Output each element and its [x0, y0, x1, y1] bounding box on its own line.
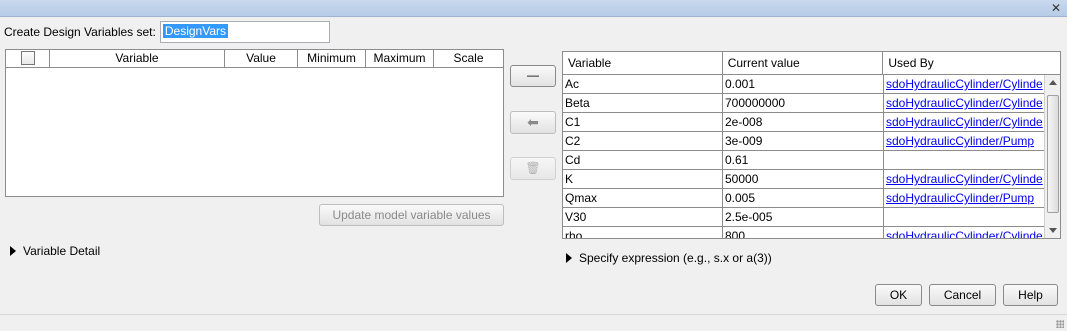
variable-cell: K: [563, 170, 723, 188]
current-value-cell: 0.005: [723, 189, 884, 207]
used-by-link[interactable]: sdoHydraulicCylinder/Cylinde: [884, 170, 1045, 188]
col-minimum[interactable]: Minimum: [298, 50, 366, 67]
status-divider: [0, 314, 1067, 315]
table-row[interactable]: Ac 0.001 sdoHydraulicCylinder/Cylinde: [563, 75, 1060, 94]
col-maximum[interactable]: Maximum: [366, 50, 434, 67]
design-vars-row: Create Design Variables set: DesignVars: [4, 21, 330, 43]
variable-cell: C1: [563, 113, 723, 131]
table-row[interactable]: Beta 700000000 sdoHydraulicCylinder/Cylind…: [563, 94, 1060, 113]
current-value-cell: 0.61: [723, 151, 884, 169]
select-all-cell: [6, 50, 50, 67]
current-value-cell: 700000000: [723, 94, 884, 112]
table-row[interactable]: C2 3e-009 sdoHydraulicCylinder/Pump: [563, 132, 1060, 151]
variable-detail-toggle[interactable]: Variable Detail: [10, 244, 100, 258]
arrow-left-icon: ⬅: [527, 114, 539, 130]
current-value-cell: 800: [723, 227, 884, 238]
used-by-link[interactable]: [884, 208, 1045, 226]
specify-expression-label: Specify expression (e.g., s.x or a(3)): [579, 251, 772, 265]
variable-cell: rho: [563, 227, 723, 238]
col-scale[interactable]: Scale: [434, 50, 503, 67]
model-variables-table-header: Variable Current value Used By: [563, 52, 1060, 75]
select-all-checkbox[interactable]: [20, 51, 35, 65]
used-by-link[interactable]: sdoHydraulicCylinder/Pump: [884, 132, 1045, 150]
variable-cell: Cd: [563, 151, 723, 169]
model-variables-table-body: Ac 0.001 sdoHydraulicCylinder/Cylinde Beta 7…: [563, 75, 1060, 238]
used-by-link[interactable]: sdoHydraulicCylinder/Cylinde: [884, 94, 1045, 112]
move-to-design-vars-button[interactable]: ⬅: [510, 111, 556, 134]
expand-triangle-icon: [10, 246, 16, 256]
scroll-up-icon[interactable]: [1049, 80, 1057, 85]
close-icon[interactable]: ✕: [1049, 1, 1063, 15]
variable-cell: V30: [563, 208, 723, 226]
table-row[interactable]: V30 2.5e-005: [563, 208, 1060, 227]
used-by-link[interactable]: sdoHydraulicCylinder/Cylinde: [884, 227, 1045, 238]
col-used-by[interactable]: Used By: [883, 52, 1060, 74]
used-by-link[interactable]: [884, 151, 1045, 169]
current-value-cell: 0.001: [723, 75, 884, 93]
used-by-link[interactable]: sdoHydraulicCylinder/Cylinde: [884, 113, 1045, 131]
vertical-scrollbar[interactable]: [1044, 75, 1060, 238]
resize-grip-icon[interactable]: [1056, 320, 1064, 328]
scrollbar-thumb[interactable]: [1047, 95, 1059, 213]
help-button[interactable]: Help: [1003, 284, 1058, 306]
trash-icon: 🗑: [525, 161, 541, 175]
variable-cell: Ac: [563, 75, 723, 93]
table-row[interactable]: C1 2e-008 sdoHydraulicCylinder/Cylinde: [563, 113, 1060, 132]
used-by-link[interactable]: sdoHydraulicCylinder/Pump: [884, 189, 1045, 207]
design-vars-name-input[interactable]: DesignVars: [159, 21, 330, 43]
expand-triangle-icon: [566, 253, 572, 263]
specify-expression-toggle[interactable]: Specify expression (e.g., s.x or a(3)): [566, 251, 772, 265]
table-row[interactable]: K 50000 sdoHydraulicCylinder/Cylinde: [563, 170, 1060, 189]
col-current-value[interactable]: Current value: [723, 52, 884, 74]
cancel-button[interactable]: Cancel: [929, 284, 996, 306]
col-value[interactable]: Value: [225, 50, 298, 67]
table-row[interactable]: Qmax 0.005 sdoHydraulicCylinder/Pump: [563, 189, 1060, 208]
variable-cell: Qmax: [563, 189, 723, 207]
col-variable[interactable]: Variable: [563, 52, 723, 74]
model-variables-table: Variable Current value Used By Ac 0.001 sd…: [562, 51, 1061, 239]
variable-cell: Beta: [563, 94, 723, 112]
design-variables-table: Variable Value Minimum Maximum Scale: [5, 49, 504, 197]
design-vars-label: Create Design Variables set:: [4, 25, 156, 39]
remove-button[interactable]: —: [510, 65, 556, 87]
update-model-values-button[interactable]: Update model variable values: [319, 204, 504, 226]
current-value-cell: 2.5e-005: [723, 208, 884, 226]
col-variable[interactable]: Variable: [50, 50, 225, 67]
table-row[interactable]: rho 800 sdoHydraulicCylinder/Cylinde: [563, 227, 1060, 238]
design-variables-table-header: Variable Value Minimum Maximum Scale: [6, 50, 503, 68]
current-value-cell: 50000: [723, 170, 884, 188]
design-vars-name-value: DesignVars: [162, 24, 228, 38]
delete-button[interactable]: 🗑: [510, 157, 556, 180]
title-bar: ✕: [0, 0, 1067, 17]
variable-cell: C2: [563, 132, 723, 150]
used-by-link[interactable]: sdoHydraulicCylinder/Cylinde: [884, 75, 1045, 93]
ok-button[interactable]: OK: [875, 284, 922, 306]
variable-detail-label: Variable Detail: [23, 244, 101, 258]
minus-icon: —: [527, 68, 539, 82]
table-row[interactable]: Cd 0.61: [563, 151, 1060, 170]
current-value-cell: 3e-009: [723, 132, 884, 150]
scroll-down-icon[interactable]: [1049, 228, 1057, 233]
current-value-cell: 2e-008: [723, 113, 884, 131]
